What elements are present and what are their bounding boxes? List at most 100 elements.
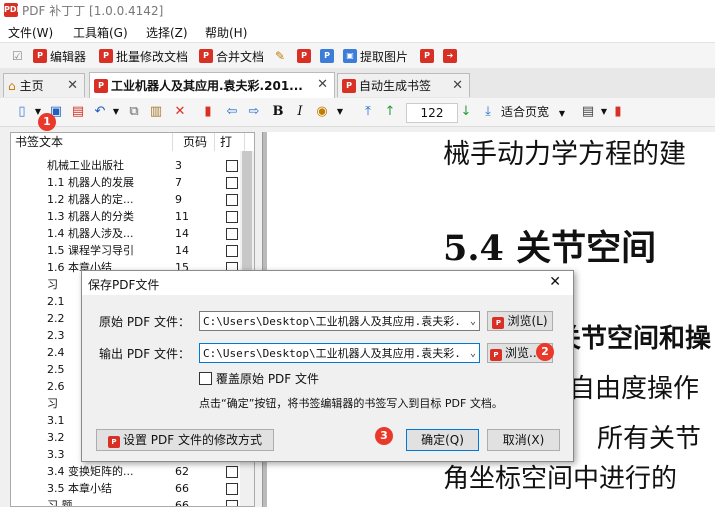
modify-settings-button[interactable]: P 设置 PDF 文件的修改方式 [96,429,274,451]
close-icon[interactable]: ✕ [549,274,561,290]
output-file-combo[interactable]: C:\Users\Desktop\工业机器人及其应用.袁夫彩. ⌄ [199,343,480,363]
pdf-tool-icon[interactable]: P [320,47,337,65]
bookmark-open-checkbox[interactable] [226,245,238,257]
extract-images-button[interactable]: ▣ 提取图片 [343,47,408,65]
arrow-right-icon[interactable]: ⇨ [246,104,262,120]
pdf-icon[interactable]: ▮ [200,104,216,120]
checklist-icon[interactable]: ☑ [12,47,23,65]
menu-select[interactable]: 选择(Z) [146,24,188,41]
main-toolbar: ☑ P 编辑器 P 批量修改文档 P 合并文档 ✎ P P ▣ 提取图片 P ➔ [0,42,715,70]
bookmark-text: 2.3 [47,329,65,342]
column-header-text[interactable]: 书签文本 [11,133,173,151]
pdf-tool-icon[interactable]: P [297,47,314,65]
bookmark-text: 机械工业出版社 [47,159,124,172]
dialog-title-bar: 保存PDF文件 ✕ [82,271,573,295]
chevron-down-icon[interactable]: ▼ [108,104,124,120]
bookmark-text: 1.4 机器人涉及... [47,227,134,240]
column-header-page[interactable]: 页码 [173,133,215,151]
delete-icon[interactable]: ✕ [172,104,188,120]
bookmark-open-checkbox[interactable] [226,177,238,189]
close-icon[interactable]: ✕ [452,78,463,93]
bookmark-row[interactable]: 习 题 66 [11,497,241,506]
menu-bar: 文件(W) 工具箱(G) 选择(Z) 帮助(H) [0,20,715,42]
pdf-tool-icon[interactable]: P [420,47,437,65]
copy-icon[interactable]: ⧉ [126,104,142,120]
new-bookmark-icon[interactable]: ▯ [14,104,30,120]
bookmark-text: 3.4 变换矩阵的... [47,465,134,478]
fit-mode-select[interactable]: 适合页宽 ▼ [501,102,573,122]
undo-icon[interactable]: ↶ [92,104,108,120]
merge-button[interactable]: P 合并文档 [199,47,264,65]
previous-page-icon[interactable]: ↑ [382,104,398,120]
bookmark-page: 62 [175,465,189,478]
tab-home[interactable]: ⌂ 主页 ✕ [3,73,85,97]
bookmark-open-checkbox[interactable] [226,483,238,495]
arrow-left-icon[interactable]: ⇦ [224,104,240,120]
paste-icon[interactable]: ▥ [148,104,164,120]
tab-auto-bookmarks[interactable]: P 自动生成书签 ✕ [337,73,470,97]
pdf-icon: P [492,317,505,329]
bookmark-row[interactable]: 3.5 本章小结 66 [11,480,241,497]
source-file-combo[interactable]: C:\Users\Desktop\工业机器人及其应用.袁夫彩. ⌄ [199,311,480,331]
bookmark-open-checkbox[interactable] [226,211,238,223]
bookmark-row[interactable]: 1.5 课程学习导引 14 [11,242,241,259]
output-file-label: 输出 PDF 文件： [99,347,191,361]
bookmark-row[interactable]: 1.1 机器人的发展 7 [11,174,241,191]
editor-button[interactable]: P 编辑器 [33,47,86,65]
bookmark-text: 1.2 机器人的定... [47,193,134,206]
step-badge: 3 [375,427,393,445]
bookmark-page: 3 [175,159,182,172]
color-palette-icon[interactable]: ◉ [314,104,330,120]
batch-modify-button[interactable]: P 批量修改文档 [99,47,188,65]
menu-tools[interactable]: 工具箱(G) [73,24,128,41]
pdf-icon: P [107,436,120,448]
chevron-down-icon: ▼ [558,109,565,118]
bookmark-open-checkbox[interactable] [226,160,238,172]
overwrite-checkbox[interactable] [199,372,212,385]
tab-document[interactable]: P 工业机器人及其应用.袁夫彩.201... ✕ [89,72,335,98]
bookmark-text: 3.3 [47,448,65,461]
window-title: PDF 补丁丁 [1.0.0.4142] [22,4,164,18]
pdf-save-icon[interactable]: ▤ [70,104,86,120]
doc-text-line: 角坐标空间中进行的 [443,464,678,494]
bookmark-open-checkbox[interactable] [226,228,238,240]
close-icon[interactable]: ✕ [317,77,328,92]
doc-heading: 5.4 关节空间 [443,228,657,269]
bookmark-text: 2.6 [47,380,65,393]
bookmark-open-checkbox[interactable] [226,500,238,506]
bookmark-row[interactable]: 1.3 机器人的分类 11 [11,208,241,225]
view-options-icon[interactable]: ▤ [580,104,596,120]
tab-bar: ⌂ 主页 ✕ P 工业机器人及其应用.袁夫彩.201... ✕ P 自动生成书签… [0,68,715,99]
close-icon[interactable]: ✕ [67,78,78,93]
bookmark-open-checkbox[interactable] [226,466,238,478]
app-icon: PDF [4,3,22,17]
menu-file[interactable]: 文件(W) [8,24,53,41]
column-header-open[interactable]: 打 [215,133,245,151]
bookmark-text: 2.1 [47,295,65,308]
bookmark-text: 1.3 机器人的分类 [47,210,134,223]
browse-source-button[interactable]: P 浏览(L) [487,311,553,331]
tab-label: 工业机器人及其应用.袁夫彩.201... [111,79,303,93]
wand-icon[interactable]: ✎ [275,47,285,65]
doc-text-line: 械手动力学方程的建 [443,139,686,170]
bookmark-row[interactable]: 1.2 机器人的定... 9 [11,191,241,208]
chevron-down-icon[interactable]: ▼ [332,104,348,120]
ok-button[interactable]: 确定(Q) [406,429,479,451]
menu-help[interactable]: 帮助(H) [205,24,247,41]
bookmark-row[interactable]: 1.4 机器人涉及... 14 [11,225,241,242]
cancel-button[interactable]: 取消(X) [487,429,560,451]
last-page-icon[interactable]: ⤓ [480,104,496,120]
bookmark-row[interactable]: 机械工业出版社 3 [11,157,241,174]
page-number-input[interactable]: 122 [406,103,458,123]
bold-icon[interactable]: B [270,104,286,120]
next-page-icon[interactable]: ↓ [458,104,474,120]
doc-subheading: 关节空间和操 [555,324,712,354]
first-page-icon[interactable]: ⤒ [360,104,376,120]
bookmark-open-checkbox[interactable] [226,194,238,206]
bookmark-row[interactable]: 3.4 变换矩阵的... 62 [11,463,241,480]
pdf-icon: P [99,49,113,63]
pdf-export-icon[interactable]: ➔ [443,47,460,65]
italic-icon[interactable]: I [292,104,308,120]
pdf-icon[interactable]: ▮ [610,104,626,120]
home-icon: ⌂ [8,78,16,93]
